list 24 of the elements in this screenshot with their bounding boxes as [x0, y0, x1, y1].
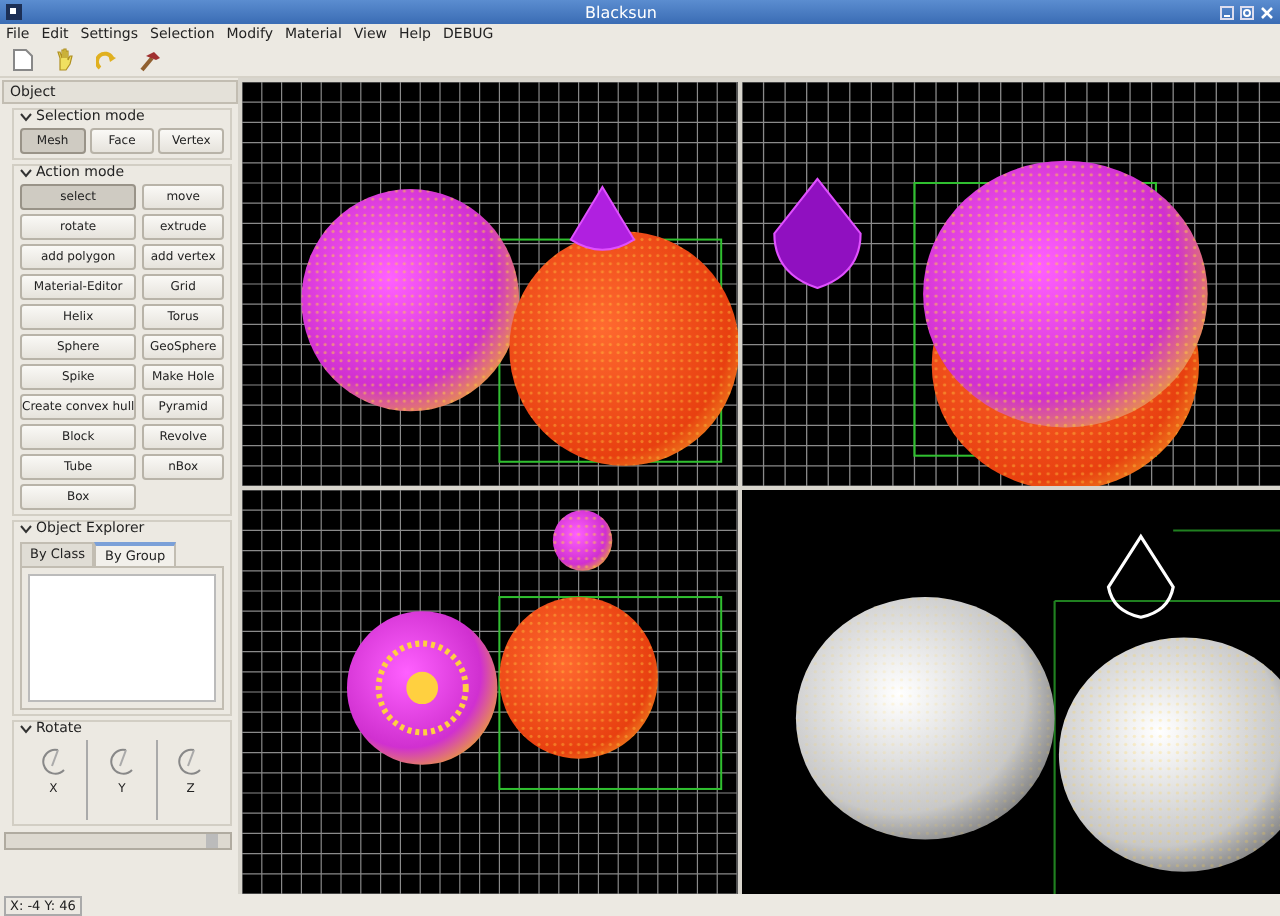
viewport[interactable] [242, 490, 738, 894]
viewport[interactable] [741, 82, 1280, 486]
cone-drawing [772, 177, 861, 290]
dial-icon[interactable] [107, 746, 136, 778]
chevron-icon[interactable] [20, 167, 32, 177]
window-title: Blacksun [583, 3, 659, 21]
chevron-icon[interactable] [20, 523, 32, 533]
app-icon [6, 4, 22, 20]
viewport[interactable] [741, 490, 1280, 894]
dial-icon[interactable] [39, 746, 68, 778]
viewport[interactable] [242, 82, 738, 486]
cone-drawing [1105, 534, 1174, 619]
chevron-icon[interactable] [20, 723, 32, 733]
document-icon[interactable] [12, 48, 34, 72]
tool-icon[interactable] [138, 48, 162, 72]
sphere-drawing [552, 510, 613, 571]
hand-icon[interactable] [54, 48, 76, 72]
minimize-icon[interactable] [1220, 5, 1234, 19]
chevron-icon[interactable] [20, 111, 32, 121]
cone-drawing [569, 186, 636, 251]
maximize-icon[interactable] [1240, 5, 1254, 19]
close-icon[interactable] [1260, 5, 1274, 19]
dial-icon[interactable] [176, 746, 205, 778]
scrollbar[interactable] [4, 832, 232, 850]
